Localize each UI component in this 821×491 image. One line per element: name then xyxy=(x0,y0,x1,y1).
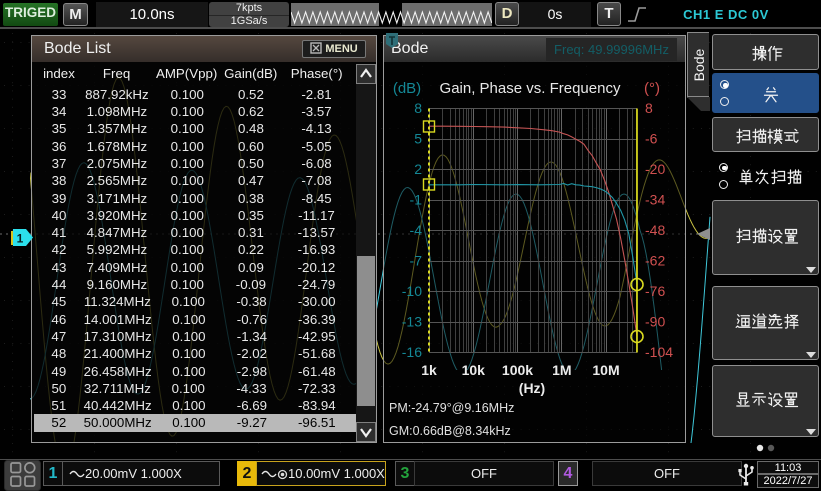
svg-text:-1: -1 xyxy=(410,191,423,207)
svg-text:(°): (°) xyxy=(644,80,660,97)
svg-text:PM:-24.79°@9.16MHz: PM:-24.79°@9.16MHz xyxy=(389,401,514,415)
svg-text:10k: 10k xyxy=(462,362,486,378)
svg-text:2: 2 xyxy=(414,161,422,177)
svg-text:-4: -4 xyxy=(410,222,423,238)
svg-text:(dB): (dB) xyxy=(393,80,421,97)
svg-text:1k: 1k xyxy=(421,362,437,378)
svg-text:1: 1 xyxy=(17,232,24,246)
svg-text:-48: -48 xyxy=(645,222,665,238)
svg-text:-104: -104 xyxy=(645,344,673,360)
svg-text:8: 8 xyxy=(645,100,653,116)
svg-text:-62: -62 xyxy=(645,252,665,268)
svg-text:-76: -76 xyxy=(645,283,665,299)
svg-text:1M: 1M xyxy=(552,362,571,378)
svg-text:8: 8 xyxy=(414,100,422,116)
svg-text:-90: -90 xyxy=(645,313,665,329)
svg-text:-7: -7 xyxy=(410,252,423,268)
svg-text:10M: 10M xyxy=(592,362,619,378)
svg-text:-13: -13 xyxy=(402,313,422,329)
svg-text:-34: -34 xyxy=(645,191,665,207)
svg-text:-16: -16 xyxy=(402,344,422,360)
svg-text:-20: -20 xyxy=(645,161,665,177)
svg-text:Gain, Phase vs. Frequency: Gain, Phase vs. Frequency xyxy=(440,80,621,97)
svg-text:-10: -10 xyxy=(402,283,422,299)
svg-text:GM:0.66dB@8.34kHz: GM:0.66dB@8.34kHz xyxy=(389,424,511,438)
svg-text:(Hz): (Hz) xyxy=(519,380,545,396)
svg-text:100k: 100k xyxy=(502,362,533,378)
svg-text:5: 5 xyxy=(414,130,422,146)
svg-text:-6: -6 xyxy=(645,130,658,146)
